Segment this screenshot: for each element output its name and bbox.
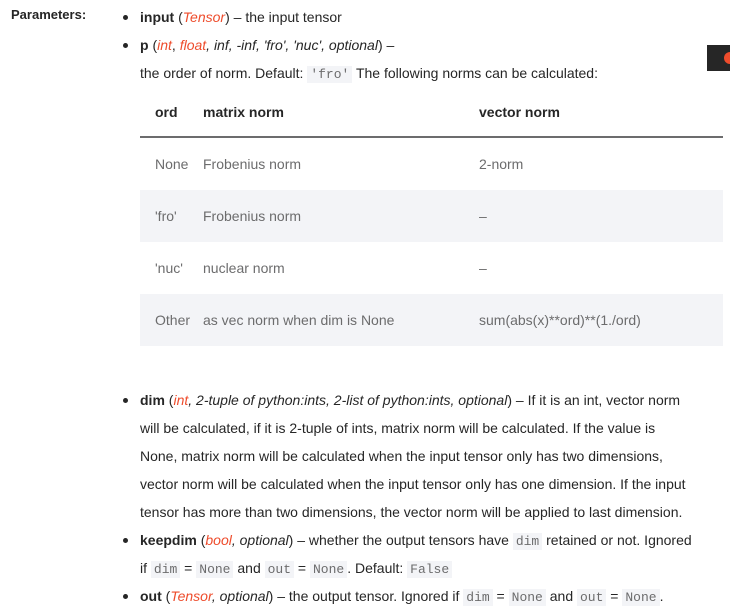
param-keepdim: keepdim (bool, optional) – whether the o… [140,532,692,550]
param-keepdim-desc: if dim = None and out = None. Default: F… [140,558,453,580]
param-desc: – the input tensor [229,9,342,25]
header-ord: ord [155,104,178,120]
table-header: ord matrix norm vector norm [140,92,723,138]
param-dim-desc: vector norm will be calculated when the … [140,476,686,492]
bullet [123,43,128,48]
type-link[interactable]: Tensor [170,588,212,604]
table-row: None Frobenius norm 2-norm [155,156,524,172]
param-name: p [140,37,149,53]
type-link[interactable]: int [173,392,188,408]
param-name: dim [140,392,165,408]
table-row: 'nuc' nuclear norm – [155,260,487,276]
norm-table: ord matrix norm vector norm None Frobeni… [140,92,723,346]
param-name: out [140,588,162,604]
param-name: input [140,9,175,25]
param-p: p (int, float, inf, -inf, 'fro', 'nuc', … [140,37,395,53]
table-row: Other as vec norm when dim is None sum(a… [140,294,723,346]
type-link[interactable]: Tensor [183,9,225,25]
param-dash: – [382,37,395,53]
bullet [123,538,128,543]
corner-icon[interactable] [707,45,730,71]
type-link[interactable]: int [157,37,172,53]
param-type: , optional [211,588,269,604]
param-type: , optional [231,532,289,548]
param-dim-desc: will be calculated, if it is 2-tuple of … [140,420,656,436]
parameters-label: Parameters: [11,7,87,22]
default-code: 'fro' [307,66,353,83]
param-out: out (Tensor, optional) – the output tens… [140,588,664,606]
bullet [123,15,128,20]
param-p-desc: the order of norm. Default: 'fro' The fo… [140,65,598,83]
type-link[interactable]: bool [205,532,231,548]
param-type: , inf, -inf, 'fro', 'nuc', optional [206,37,378,53]
bullet [123,398,128,403]
header-vector-norm: vector norm [479,104,560,120]
param-dim: dim (int, 2-tuple of python:ints, 2-list… [140,392,681,408]
table-row: 'fro' Frobenius norm – [140,190,723,242]
header-matrix-norm: matrix norm [203,104,284,120]
param-name: keepdim [140,532,197,548]
param-input: input (Tensor) – the input tensor [140,9,342,25]
bullet [123,594,128,599]
type-link[interactable]: float [180,37,206,53]
param-type: , 2-tuple of python:ints, 2-list of pyth… [188,392,508,408]
param-dim-desc: None, matrix norm will be calculated whe… [140,448,663,464]
param-dim-desc: tensor has more than two dimensions, the… [140,504,683,520]
